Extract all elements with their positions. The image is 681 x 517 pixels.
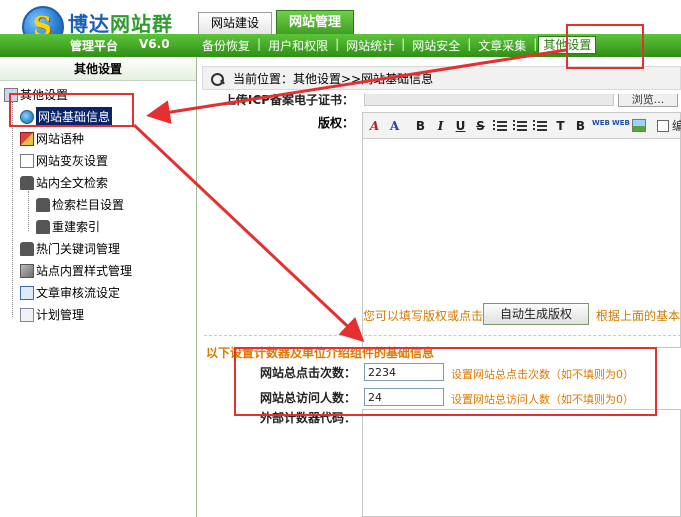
external-counter-textarea[interactable]: [362, 409, 681, 517]
indent-icon[interactable]: [532, 117, 549, 135]
nav-item-statistics[interactable]: 网站统计: [340, 37, 400, 54]
block-format-button[interactable]: B: [572, 117, 589, 135]
sidebar-item-label: 网站语种: [36, 132, 85, 146]
sidebar-item-review-flow[interactable]: 文章审核流设定: [20, 283, 120, 303]
annotation-box-counter-fields: [234, 347, 657, 416]
nav-menu: 备份恢复 | 用户和权限 | 网站统计 | 网站安全 | 文章采集 | 其他设置: [196, 36, 597, 54]
sidebar-item-plan-manage[interactable]: 计划管理: [20, 305, 84, 325]
sidebar-item-label: 重建索引: [52, 220, 101, 234]
platform-version: V6.0: [139, 37, 170, 51]
sidebar-item-site-gray[interactable]: 网站变灰设置: [20, 151, 108, 171]
nav-item-security[interactable]: 网站安全: [406, 37, 466, 54]
tab-site-manage[interactable]: 网站管理: [276, 10, 355, 36]
autogen-row: 您可以填写版权或点击 自动生成版权 根据上面的基本: [198, 301, 681, 327]
sidebar-item-search-column[interactable]: 检索栏目设置: [36, 195, 124, 215]
nav-item-article-collect[interactable]: 文章采集: [472, 37, 532, 54]
top-tabs: 网站建设 网站管理: [198, 10, 358, 36]
section-divider: [204, 335, 681, 336]
sidebar-item-label: 文章审核流设定: [36, 286, 121, 300]
sidebar-item-rebuild-index[interactable]: 重建索引: [36, 217, 100, 237]
platform-label: 管理平台: [70, 39, 119, 53]
annotation-box-other-settings: [566, 24, 644, 69]
sidebar-item-label: 检索栏目设置: [52, 198, 125, 212]
cert-upload-label: 上传ICP备案电子证书：: [223, 94, 354, 106]
page-icon: [20, 154, 34, 168]
text-style-button[interactable]: T: [552, 117, 569, 135]
annotation-box-site-basic-info: [9, 93, 134, 127]
sidebar-title: 其他设置: [0, 57, 196, 81]
sidebar-item-hot-keywords[interactable]: 热门关键词管理: [20, 239, 120, 259]
binoculars-icon: [20, 176, 34, 190]
edit-mode-label: 编: [672, 119, 681, 133]
sidebar-item-label: 热门关键词管理: [36, 242, 121, 256]
editor-toolbar: A A B I U S T B WEB WEB 编: [363, 113, 681, 139]
tree-line: [12, 99, 13, 317]
auto-generate-copyright-button[interactable]: 自动生成版权: [483, 303, 589, 325]
logo-title-part2: 网站群: [110, 12, 173, 36]
sidebar-item-label: 站内全文检索: [36, 176, 109, 190]
sidebar-item-label: 计划管理: [36, 308, 85, 322]
breadcrumb-text: 当前位置：其他设置>>网站基础信息: [233, 71, 434, 86]
browse-button[interactable]: 浏览...: [618, 94, 678, 107]
flag-icon: [20, 132, 34, 146]
insert-image-icon[interactable]: [632, 119, 646, 132]
tab-site-build[interactable]: 网站建设: [198, 12, 273, 34]
sidebar-item-label: 网站变灰设置: [36, 154, 109, 168]
main-content: 当前位置：其他设置>>网站基础信息 上传ICP备案电子证书： 浏览... 版权：…: [198, 57, 681, 517]
tree-line: [28, 191, 29, 231]
underline-button[interactable]: U: [452, 117, 469, 135]
ordered-list-icon[interactable]: [492, 117, 509, 135]
binoculars-icon: [36, 198, 50, 212]
strikethrough-button[interactable]: S: [472, 117, 489, 135]
unordered-list-icon[interactable]: [512, 117, 529, 135]
autogen-trail-hint: 根据上面的基本: [596, 309, 681, 323]
copyright-label: 版权：: [317, 116, 354, 130]
review-icon: [20, 286, 34, 300]
nav-item-users-permissions[interactable]: 用户和权限: [262, 37, 334, 54]
binoculars-icon: [20, 242, 34, 256]
insert-link-button[interactable]: WEB: [592, 117, 610, 135]
breadcrumb: 当前位置：其他设置>>网站基础信息: [202, 66, 681, 90]
cert-upload-field[interactable]: [364, 94, 614, 106]
font-bgcolor-button[interactable]: A: [386, 117, 403, 135]
sidebar-item-fulltext-search[interactable]: 站内全文检索: [20, 173, 108, 193]
edit-mode-checkbox[interactable]: [657, 119, 669, 132]
binoculars-icon: [36, 220, 50, 234]
logo-title-part1: 博达: [68, 12, 110, 36]
font-color-button[interactable]: A: [366, 117, 383, 135]
bold-button[interactable]: B: [412, 117, 429, 135]
sidebar-item-label: 站点内置样式管理: [36, 264, 133, 278]
app-logo-title: 博达网站群: [68, 8, 173, 37]
autogen-hint: 您可以填写版权或点击: [363, 309, 484, 323]
italic-button[interactable]: I: [432, 117, 449, 135]
nav-item-backup[interactable]: 备份恢复: [196, 37, 256, 54]
plan-icon: [20, 308, 34, 322]
remove-link-button[interactable]: WEB: [612, 117, 630, 135]
search-icon: [211, 71, 225, 86]
cube-icon: [20, 264, 34, 278]
sidebar-item-site-language[interactable]: 网站语种: [20, 129, 84, 149]
sidebar-item-builtin-styles[interactable]: 站点内置样式管理: [20, 261, 132, 281]
